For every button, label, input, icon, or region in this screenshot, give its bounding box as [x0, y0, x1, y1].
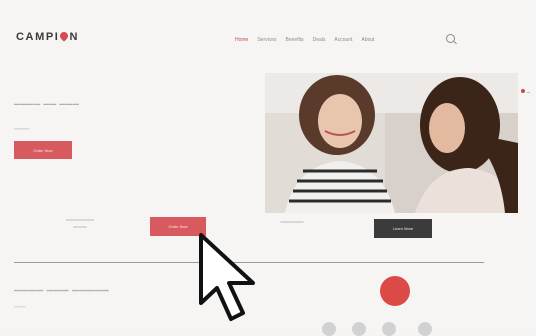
logo-text-left: CAMPI: [16, 31, 60, 43]
site-logo[interactable]: CAMPI N: [16, 30, 79, 43]
carousel-dot-icon[interactable]: [521, 89, 525, 93]
section-subtext: ▁▁▁: [14, 302, 26, 308]
mouse-cursor-icon: [199, 233, 255, 321]
hero-heading: ▁▁▁▁ ▁▁ ▁▁▁: [14, 96, 80, 105]
gray-dot-4: [418, 322, 432, 336]
hero-order-button[interactable]: Order Now: [14, 141, 72, 159]
nav-item-benefits[interactable]: Benefits: [286, 37, 304, 43]
nav-item-account[interactable]: Account: [334, 37, 352, 43]
feature-text-2: ▁▁▁▁▁: [280, 217, 304, 223]
record-button[interactable]: [380, 276, 410, 306]
nav-item-home[interactable]: Home: [235, 37, 248, 43]
hero-photo-illustration: [265, 73, 518, 213]
hero-photo: [265, 73, 518, 213]
search-icon[interactable]: [446, 34, 455, 43]
learn-more-button[interactable]: Learn More: [374, 219, 432, 238]
feature-text-1: ▁▁▁▁▁▁ ▁▁▁: [66, 215, 94, 228]
page: CAMPI N Home Services Benefits Deals Acco…: [0, 0, 536, 336]
gray-dot-2: [352, 322, 366, 336]
hero-subtext: ▁▁▁▁: [14, 124, 30, 130]
gray-dot-1: [322, 322, 336, 336]
nav-item-services[interactable]: Services: [257, 37, 276, 43]
section-heading: ▁▁▁▁ ▁▁▁ ▁▁▁▁▁: [14, 281, 110, 291]
logo-text-right: N: [69, 31, 79, 43]
nav-item-deals[interactable]: Deals: [313, 37, 326, 43]
gray-dot-3: [382, 322, 396, 336]
main-nav: Home Services Benefits Deals Account Abo…: [235, 37, 375, 43]
carousel-label: ▁: [527, 88, 531, 93]
nav-item-about[interactable]: About: [361, 37, 374, 43]
